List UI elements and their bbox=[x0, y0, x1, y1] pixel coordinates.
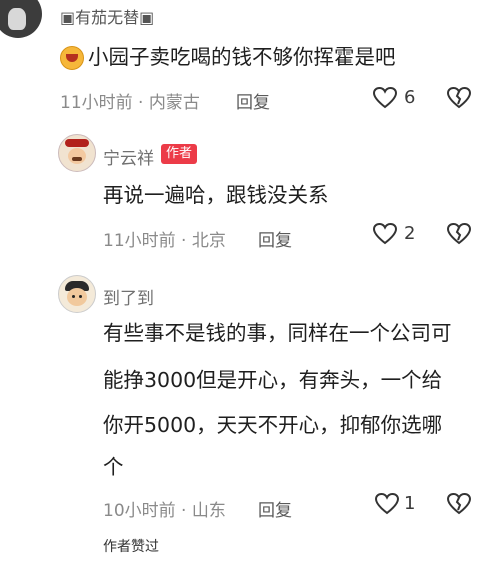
like-count: 6 bbox=[404, 87, 416, 108]
author-badge: 作者 bbox=[161, 144, 198, 164]
heart-outline-icon bbox=[372, 222, 398, 245]
comment-text-line-2: 能挣3000但是开心，有奔头，一个给 bbox=[103, 368, 443, 392]
reply-button[interactable]: 回复 bbox=[258, 496, 292, 521]
comment-text: 小园子卖吃喝的钱不够你挥霍是吧 bbox=[88, 45, 396, 69]
broken-heart-icon bbox=[446, 86, 472, 109]
comment-text: 再说一遍哈，跟钱没关系 bbox=[103, 183, 329, 207]
reply-button[interactable]: 回复 bbox=[236, 88, 270, 113]
avatar[interactable] bbox=[0, 0, 42, 38]
comment-text-line-4: 个 bbox=[103, 455, 124, 479]
like-button[interactable]: 1 bbox=[374, 492, 424, 518]
like-button[interactable]: 2 bbox=[372, 222, 422, 248]
comment-username[interactable]: ▣有茄无替▣ bbox=[60, 4, 154, 28]
broken-heart-icon bbox=[446, 222, 472, 245]
avatar[interactable] bbox=[58, 134, 96, 172]
laughing-emoji-icon bbox=[58, 44, 86, 72]
author-liked-label: 作者赞过 bbox=[103, 539, 159, 555]
dislike-button[interactable] bbox=[446, 222, 472, 248]
comment-time-location: 11小时前 · 内蒙古 bbox=[60, 93, 200, 113]
like-count: 1 bbox=[404, 493, 416, 514]
dislike-button[interactable] bbox=[446, 492, 472, 518]
dislike-button[interactable] bbox=[446, 86, 472, 112]
heart-outline-icon bbox=[372, 86, 398, 109]
comment-time-location: 11小时前 · 北京 bbox=[103, 231, 226, 251]
comment-username[interactable]: 宁云祥 bbox=[103, 144, 154, 169]
heart-outline-icon bbox=[374, 492, 400, 515]
avatar[interactable] bbox=[58, 275, 96, 313]
comment-username[interactable]: 到了到 bbox=[103, 284, 154, 309]
like-count: 2 bbox=[404, 223, 416, 244]
comment-time-location: 10小时前 · 山东 bbox=[103, 501, 226, 521]
comment-text-line-1: 有些事不是钱的事，同样在一个公司可 bbox=[103, 321, 452, 345]
reply-button[interactable]: 回复 bbox=[258, 226, 292, 251]
comment-text-line-3: 你开5000，天天不开心，抑郁你选哪 bbox=[103, 413, 443, 437]
broken-heart-icon bbox=[446, 492, 472, 515]
like-button[interactable]: 6 bbox=[372, 86, 422, 112]
